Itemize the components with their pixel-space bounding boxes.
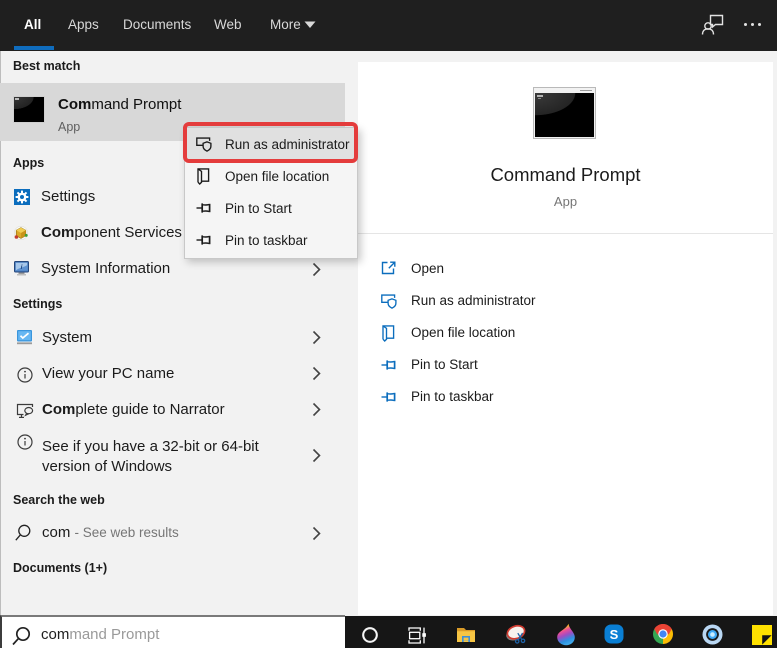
svg-text:i: i <box>21 264 23 271</box>
svg-text:S: S <box>610 627 619 642</box>
